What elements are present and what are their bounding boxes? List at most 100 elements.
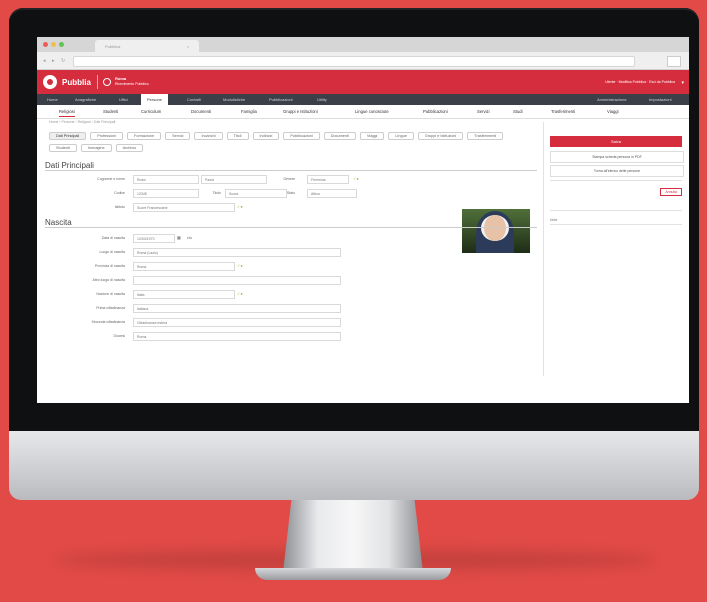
brand-name: Pubblia (62, 78, 91, 87)
pill[interactable]: Immagine (80, 144, 112, 152)
save-button[interactable]: Salva (550, 136, 682, 147)
calendar-icon[interactable]: ▦ (177, 235, 181, 240)
pill[interactable]: Archivio (115, 144, 144, 152)
screen: Pubblica × ◂ ▸ ↻ Pubblia Roma Riceviment… (37, 37, 689, 403)
browser-tab-bar: Pubblica × (37, 37, 689, 52)
url-input[interactable] (73, 56, 635, 67)
back-to-list-button[interactable]: Torna all'elenco delle persone (550, 165, 684, 177)
nav-item-pubblicazioni[interactable]: Pubblicazioni (269, 97, 293, 102)
input-value: Suore Francescane (137, 205, 168, 210)
close-tab-icon[interactable]: × (187, 44, 189, 49)
form-row-name: Cognome e nome Rossi Paola Genere Femmin… (45, 175, 445, 184)
pill[interactable]: Viaggi (359, 132, 385, 140)
citizenship2-input[interactable]: Cittadinanza estera (133, 318, 341, 327)
form-row-institute: Istituto Suore Francescane ✓● (45, 203, 445, 212)
nav-item-home[interactable]: Home (47, 97, 58, 102)
nav-item-contatti[interactable]: Contatti (187, 97, 201, 102)
nation-select[interactable]: Italia (133, 290, 235, 299)
pill[interactable]: Titoli (226, 132, 249, 140)
pill[interactable]: Trasferimenti (467, 132, 504, 140)
browser-menu-icon[interactable] (667, 56, 681, 67)
browser-tab[interactable]: Pubblica × (95, 40, 199, 52)
status-select[interactable]: Attiva (307, 189, 357, 198)
input-value: Femmina (311, 177, 326, 182)
user-menu[interactable]: Utente · Modifica Pubblica · Esci da Pub… (605, 80, 675, 84)
subnav-viaggi[interactable]: Viaggi (607, 109, 619, 114)
birthdate-input[interactable]: 12/03/1970 (133, 234, 175, 243)
pill[interactable]: Lingue (388, 132, 414, 140)
surname-input[interactable]: Rossi (133, 175, 199, 184)
subnav-pubblicazioni[interactable]: Pubblicazioni (423, 109, 448, 114)
pill[interactable]: Pubblicazioni (283, 132, 320, 140)
subnav-curriculum[interactable]: Curriculum (141, 109, 161, 114)
institute-input[interactable]: Suore Francescane (133, 203, 235, 212)
pill-dati-principali[interactable]: Dati Principali (49, 132, 87, 140)
pill[interactable]: Professioni (90, 132, 124, 140)
input-value: Suora (229, 191, 239, 196)
pill[interactable]: Documenti (323, 132, 356, 140)
field-label: Seconda cittadinanza (91, 320, 125, 324)
minimize-window-dot[interactable] (51, 42, 56, 47)
subnav-religiosi[interactable]: Religiosi (59, 109, 75, 117)
subnav-servizi[interactable]: Servizi (477, 109, 490, 114)
field-label: Cognome e nome (97, 177, 125, 181)
subnav-trasferimenti[interactable]: Trasferimenti (551, 109, 575, 114)
nav-item-anagrafiche[interactable]: Anagrafiche (75, 97, 96, 102)
field-label: Stato (286, 191, 295, 195)
user-menu-chevron-icon[interactable]: ▾ (681, 80, 684, 86)
valid-check-icon: ✓● (237, 263, 243, 268)
subnav-famiglia[interactable]: Famiglia (241, 109, 257, 114)
maximize-window-dot[interactable] (59, 42, 64, 47)
reload-icon[interactable]: ↻ (61, 58, 67, 64)
forward-icon[interactable]: ▸ (52, 58, 58, 64)
input-value: Cittadinanza estera (137, 320, 168, 325)
subnav-documenti[interactable]: Documenti (191, 109, 211, 114)
print-pdf-button[interactable]: Stampa scheda persona in PDF (550, 151, 684, 163)
subnav-studi[interactable]: Studi (513, 109, 523, 114)
input-value: Roma (137, 264, 147, 269)
input-value: 12/03/1970 (137, 236, 155, 241)
citizenship1-input[interactable]: Italiana (133, 304, 341, 313)
main-nav: Home Anagrafiche Uffici Persone Contatti… (37, 94, 689, 105)
province-select[interactable]: Roma (133, 262, 235, 271)
input-value: Roma (Lazio) (137, 250, 159, 255)
field-label: Prima cittadinanza (96, 306, 125, 310)
pill[interactable]: Incarichi (194, 132, 223, 140)
form-row-province: Provincia di nascita Roma ✓● (45, 262, 445, 271)
age-label: età (187, 236, 192, 240)
pill[interactable]: Servizi (165, 132, 191, 140)
profile-photo[interactable] (462, 209, 530, 253)
back-icon[interactable]: ◂ (43, 58, 49, 64)
cancel-button[interactable]: Annulla (660, 188, 682, 196)
field-label: Titolo (212, 191, 221, 195)
pill[interactable]: Gruppi e Istituzioni (417, 132, 464, 140)
nav-item-utility[interactable]: Utility (317, 97, 327, 102)
gender-select[interactable]: Femmina (307, 175, 349, 184)
divider (550, 210, 682, 211)
pill[interactable]: Formazione (127, 132, 162, 140)
nav-item-uffici[interactable]: Uffici (119, 97, 128, 102)
input-value: Italiana (137, 306, 149, 311)
pill[interactable]: Studenti (49, 144, 77, 152)
nav-item-impostazioni[interactable]: Impostazioni (649, 97, 671, 102)
nav-item-modulistiche[interactable]: Modulistiche (223, 97, 245, 102)
subnav-lingue[interactable]: Lingue conosciute (355, 109, 389, 114)
input-value: Italia (137, 292, 145, 297)
close-window-dot[interactable] (43, 42, 48, 47)
brand-logo-icon[interactable] (43, 75, 57, 89)
pill[interactable]: Indirizzi (252, 132, 280, 140)
section-title-main: Dati Principali (45, 161, 537, 171)
birthplace-input[interactable]: Roma (Lazio) (133, 248, 341, 257)
subnav-gruppi[interactable]: Gruppi e Istituzioni (283, 109, 318, 114)
other-place-input[interactable] (133, 276, 341, 285)
context-subtitle: Ricevimento Pubblico (115, 82, 149, 86)
field-label: Genere (283, 177, 295, 181)
nav-item-amministrazione[interactable]: Amministrazione (597, 97, 627, 102)
diocese-input[interactable]: Roma (133, 332, 341, 341)
app-header: Pubblia Roma Ricevimento Pubblico Utente… (37, 70, 689, 94)
subnav-studenti[interactable]: Studenti (103, 109, 118, 114)
field-label: Luogo di nascita (99, 250, 126, 254)
nav-item-persone[interactable]: Persone (141, 94, 168, 105)
valid-check-icon: ✓● (237, 204, 243, 209)
input-value: Roma (137, 334, 147, 339)
